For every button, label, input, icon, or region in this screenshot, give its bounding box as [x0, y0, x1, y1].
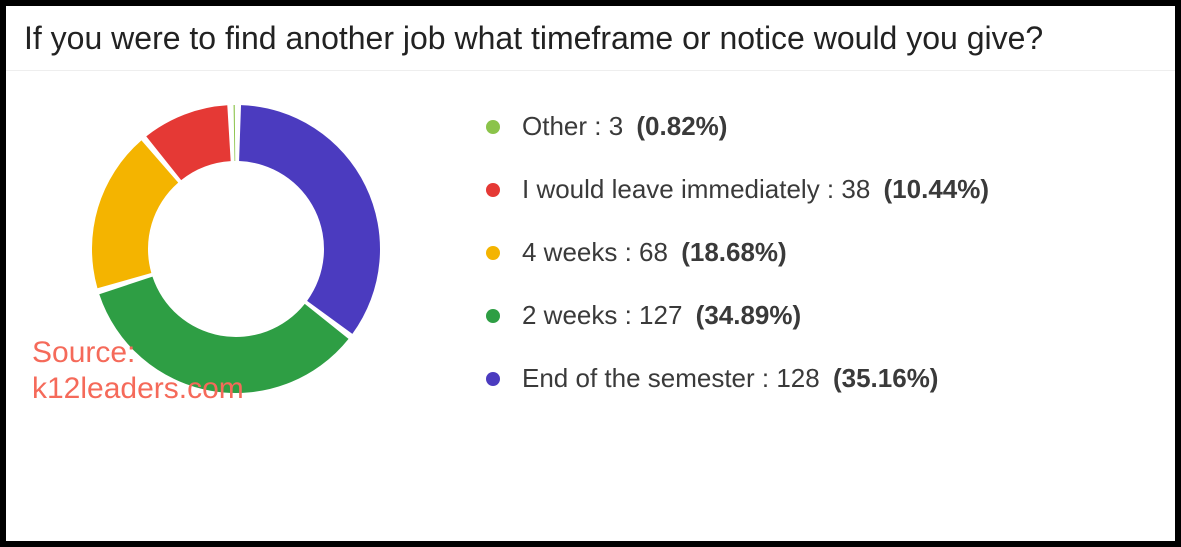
legend-percent: (0.82%): [636, 111, 727, 142]
chart-column: Source: k12leaders.com: [26, 81, 446, 409]
legend-label: I would leave immediately : 38: [522, 174, 878, 205]
legend: Other : 3 (0.82%) I would leave immediat…: [446, 81, 1145, 426]
legend-bullet-icon: [486, 120, 500, 134]
legend-item: End of the semester : 128 (35.16%): [486, 363, 1145, 394]
legend-item: 4 weeks : 68 (18.68%): [486, 237, 1145, 268]
legend-item: Other : 3 (0.82%): [486, 111, 1145, 142]
legend-item: I would leave immediately : 38 (10.44%): [486, 174, 1145, 205]
chart-content: Source: k12leaders.com Other : 3 (0.82%)…: [6, 71, 1175, 541]
donut-slice: [234, 105, 236, 161]
legend-label: 2 weeks : 127: [522, 300, 690, 331]
chart-title: If you were to find another job what tim…: [24, 18, 1157, 58]
legend-label: 4 weeks : 68: [522, 237, 675, 268]
legend-bullet-icon: [486, 246, 500, 260]
source-attribution: Source: k12leaders.com: [32, 335, 244, 407]
legend-percent: (35.16%): [833, 363, 939, 394]
donut-slice: [239, 105, 380, 334]
legend-label: End of the semester : 128: [522, 363, 827, 394]
legend-percent: (18.68%): [681, 237, 787, 268]
legend-item: 2 weeks : 127 (34.89%): [486, 300, 1145, 331]
donut-slice: [92, 140, 178, 288]
legend-percent: (10.44%): [884, 174, 990, 205]
legend-label: Other : 3: [522, 111, 630, 142]
legend-percent: (34.89%): [696, 300, 802, 331]
legend-bullet-icon: [486, 372, 500, 386]
chart-frame: If you were to find another job what tim…: [6, 6, 1175, 541]
source-name: k12leaders.com: [32, 372, 244, 405]
legend-bullet-icon: [486, 183, 500, 197]
title-row: If you were to find another job what tim…: [6, 6, 1175, 71]
source-prefix: Source:: [32, 336, 135, 369]
legend-bullet-icon: [486, 309, 500, 323]
